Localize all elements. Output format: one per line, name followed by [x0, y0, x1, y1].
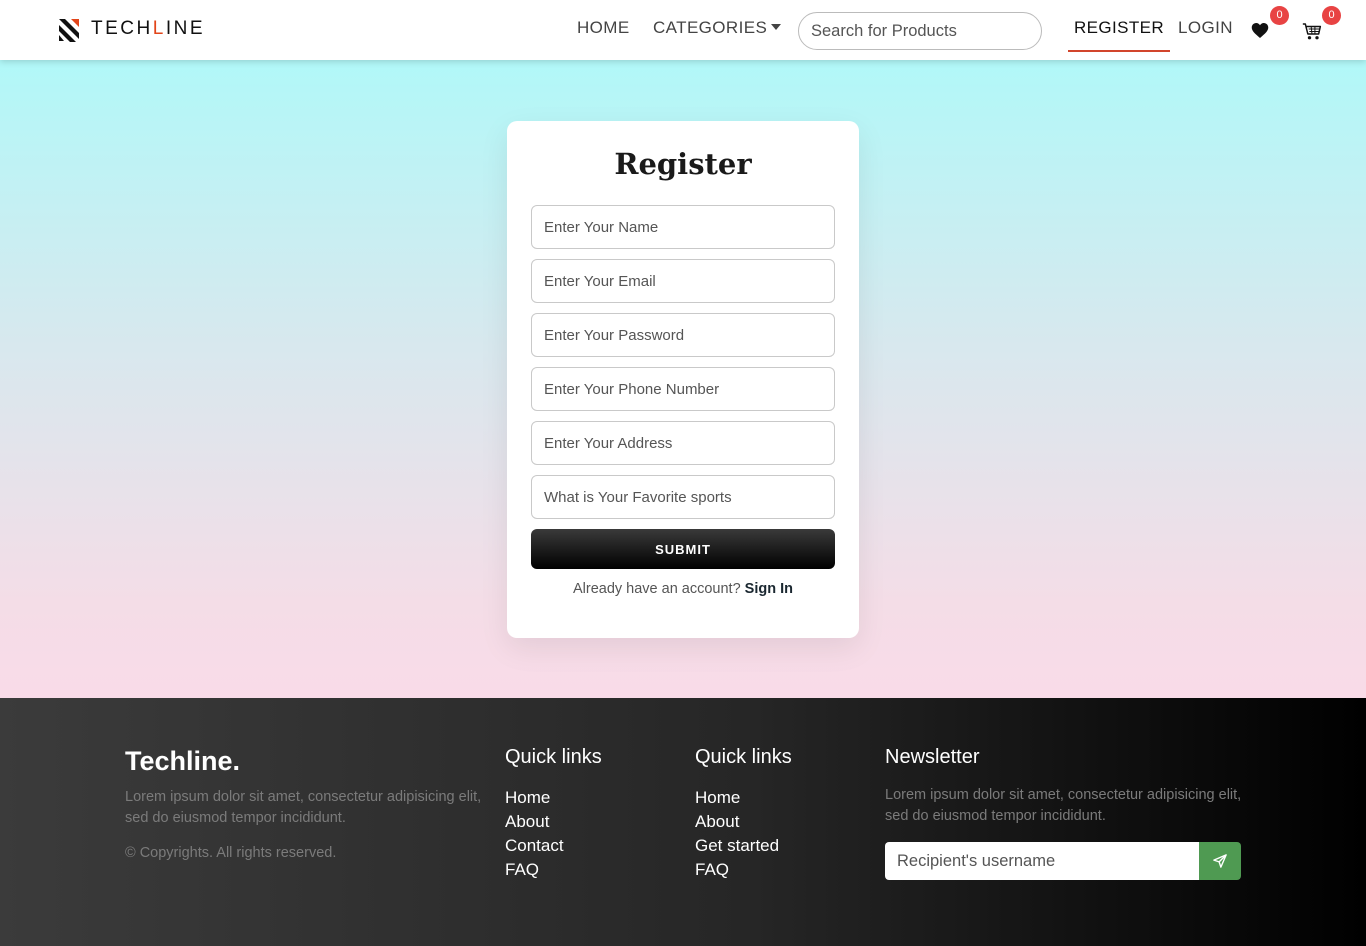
footer-link-home-2[interactable]: Home: [695, 786, 779, 810]
brand-name: TECHLINE: [91, 18, 205, 39]
navbar: TECHLINE HOME CATEGORIES REGISTER LOGIN …: [0, 0, 1366, 60]
footer-link-faq[interactable]: FAQ: [505, 858, 564, 882]
name-field[interactable]: [531, 205, 835, 249]
footer-link-home[interactable]: Home: [505, 786, 564, 810]
phone-field[interactable]: [531, 367, 835, 411]
footer-quick-links-1: Home About Contact FAQ: [505, 786, 564, 882]
send-icon: [1213, 854, 1227, 868]
footer-brand: Techline.: [125, 746, 241, 776]
footer: Techline. Lorem ipsum dolor sit amet, co…: [0, 698, 1366, 946]
page-title: Register: [614, 147, 752, 181]
address-field[interactable]: [531, 421, 835, 465]
footer-copyright: © Copyrights. All rights reserved.: [125, 845, 337, 861]
nav-categories-label: CATEGORIES: [653, 18, 768, 37]
signin-prompt: Already have an account? Sign In: [507, 581, 859, 597]
nav-login[interactable]: LOGIN: [1178, 18, 1233, 38]
newsletter-input[interactable]: [885, 842, 1200, 880]
footer-link-about[interactable]: About: [505, 810, 564, 834]
footer-link-contact[interactable]: Contact: [505, 834, 564, 858]
email-field[interactable]: [531, 259, 835, 303]
footer-about-text: Lorem ipsum dolor sit amet, consectetur …: [125, 789, 482, 826]
nav-categories[interactable]: CATEGORIES: [653, 18, 782, 38]
favorite-sports-field[interactable]: [531, 475, 835, 519]
register-section: Register SUBMIT Already have an account?…: [0, 60, 1366, 698]
footer-quick-links-heading-1: Quick links: [505, 746, 602, 768]
footer-link-get-started[interactable]: Get started: [695, 834, 779, 858]
nav-register[interactable]: REGISTER: [1068, 0, 1170, 52]
footer-newsletter-text: Lorem ipsum dolor sit amet, consectetur …: [885, 787, 1242, 824]
signin-link[interactable]: Sign In: [745, 581, 793, 597]
brand-logo[interactable]: TECHLINE: [56, 16, 205, 42]
nav-home[interactable]: HOME: [577, 18, 630, 38]
heart-icon[interactable]: [1251, 22, 1269, 39]
cart-count-badge: 0: [1322, 6, 1341, 25]
footer-quick-links-heading-2: Quick links: [695, 746, 792, 768]
cart-icon[interactable]: [1302, 22, 1322, 41]
register-card: Register SUBMIT Already have an account?…: [507, 121, 859, 638]
wishlist-count-badge: 0: [1270, 6, 1289, 25]
footer-link-faq-2[interactable]: FAQ: [695, 858, 779, 882]
password-field[interactable]: [531, 313, 835, 357]
footer-quick-links-2: Home About Get started FAQ: [695, 786, 779, 882]
footer-link-about-2[interactable]: About: [695, 810, 779, 834]
techline-logo-icon: [59, 19, 79, 42]
caret-down-icon: [771, 23, 782, 30]
signin-prompt-text: Already have an account?: [572, 581, 741, 597]
footer-newsletter-heading: Newsletter: [885, 746, 980, 768]
newsletter-send-button[interactable]: [1199, 842, 1241, 880]
search-input[interactable]: [798, 12, 1042, 50]
submit-button[interactable]: SUBMIT: [531, 529, 835, 569]
